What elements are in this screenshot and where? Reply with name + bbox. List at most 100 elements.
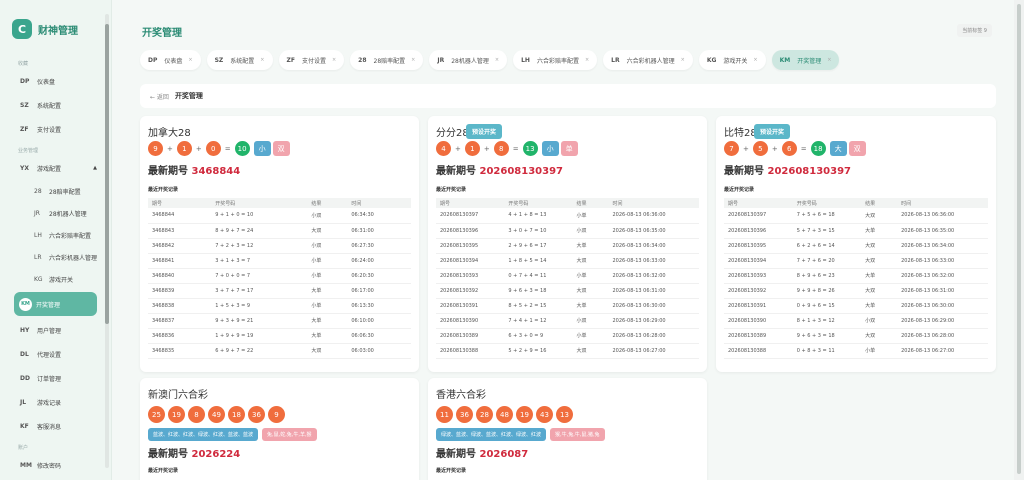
table-header-row: 期号 开奖号码 结果 时间 — [724, 198, 988, 208]
operator: + — [195, 144, 202, 153]
table-cell: 3468838 — [148, 298, 212, 314]
table-row: 202608130388 5 + 2 + 9 = 16 大双 2026-08-13 0… — [436, 343, 699, 359]
sidebar-item-game-config[interactable]: YX 游戏配置 ▲ — [0, 156, 111, 180]
table-cell: 大单 — [861, 268, 898, 284]
tab-label: 游戏开关 — [723, 57, 748, 65]
sidebar-item-dd[interactable]: DD 订单管理 — [0, 366, 111, 390]
table-cell: 5 + 2 + 9 = 16 — [504, 343, 573, 359]
tab-label: 六合彩机器人管理 — [626, 57, 675, 65]
tab-jr[interactable]: JR 28机器人管理 × — [429, 50, 508, 70]
sidebar-code: SZ — [20, 101, 29, 109]
sidebar-item-sz[interactable]: SZ 系统配置 — [0, 93, 111, 117]
scrollbar-thumb[interactable] — [1017, 4, 1021, 474]
preset-draw-button[interactable]: 预设开奖 — [754, 124, 791, 139]
close-icon[interactable]: × — [827, 57, 831, 63]
tab-lr[interactable]: LR 六合彩机器人管理 × — [603, 50, 693, 70]
sidebar-item-dl[interactable]: DL 代理设置 — [0, 342, 111, 366]
table-cell: 202608130393 — [436, 268, 505, 284]
number-ball: 9 — [268, 406, 285, 423]
table-cell: 2026-08-13 06:32:00 — [608, 268, 699, 284]
number-ball: 4 — [436, 141, 451, 156]
marksix-card: 香港六合彩 11 36 28 48 19 43 13 绿波、蓝波、绿波、蓝波、红波、绿波、红波猴… — [428, 378, 707, 480]
tab-zf[interactable]: ZF 支付设置 × — [278, 50, 345, 70]
sidebar-item-jr[interactable]: JR 28机器人管理 — [0, 202, 111, 224]
table-cell: 大双 — [861, 253, 898, 269]
tab-lh[interactable]: LH 六合彩赔率配置 × — [513, 50, 598, 70]
sidebar-item-lh[interactable]: LH 六合彩赔率配置 — [0, 224, 111, 246]
sidebar-label: 六合彩赔率配置 — [49, 232, 92, 240]
sidebar-label: 系统配置 — [37, 102, 62, 110]
table-cell: 3468844 — [148, 208, 212, 224]
table-cell: 1 + 8 + 5 = 14 — [504, 253, 573, 269]
close-icon[interactable]: × — [188, 57, 192, 63]
sidebar-item-kf[interactable]: KF 客服消息 — [0, 414, 111, 438]
sidebar-item-28[interactable]: 28 28赔率配置 — [0, 180, 111, 202]
draw-balls: 11 36 28 48 19 43 13 — [436, 406, 573, 423]
table-cell: 1 + 9 + 9 = 19 — [211, 328, 308, 344]
table-cell: 2026-08-13 06:36:00 — [608, 208, 699, 224]
close-icon[interactable]: × — [585, 57, 589, 63]
sidebar-item-lr[interactable]: LR 六合彩机器人管理 — [0, 246, 111, 268]
back-link[interactable]: ← 返回 — [150, 92, 169, 101]
close-icon[interactable]: × — [681, 57, 685, 63]
sidebar-code: KG — [34, 275, 43, 283]
records-table: 期号 开奖号码 结果 时间 202608130397 7 + 5 + 6 = 18 大双 20… — [724, 198, 988, 359]
sidebar-item-mm[interactable]: MM 修改密码 — [0, 453, 111, 477]
sidebar-label: 开奖管理 — [36, 301, 61, 309]
account-list: MM 修改密码 — [0, 453, 111, 477]
table-cell: 202608130396 — [724, 223, 793, 239]
sidebar: C 财神管理 收藏 DP 仪表盘 SZ 系统配置 ZF 支付设置 业务管理 YX 游戏配置… — [0, 0, 112, 480]
close-icon[interactable]: × — [332, 57, 336, 63]
table-row: 202608130391 0 + 9 + 6 = 15 大单 2026-08-13 0… — [724, 298, 988, 314]
close-icon[interactable]: × — [753, 57, 757, 63]
table-cell: 7 + 0 + 0 = 7 — [211, 268, 308, 284]
table-row: 202608130392 9 + 9 + 8 = 26 大双 2026-08-13 0… — [724, 283, 988, 299]
table-cell: 202608130390 — [436, 313, 505, 329]
sidebar-item-jl[interactable]: JL 游戏记录 — [0, 390, 111, 414]
sidebar-item-dp[interactable]: DP 仪表盘 — [0, 69, 111, 93]
tab-28[interactable]: 28 28赔率配置 × — [350, 50, 424, 70]
brand[interactable]: C 财神管理 — [12, 18, 103, 40]
operator: + — [743, 144, 749, 153]
main: 开奖管理 当前标签 9 DP 仪表盘 × SZ 系统配置 × ZF 支付设置 × 28 28赔率配置… — [124, 0, 1014, 480]
table-cell: 小单 — [572, 268, 609, 284]
tab-km[interactable]: KM 开奖管理 × — [771, 50, 840, 70]
table-cell: 8 + 9 + 7 = 24 — [211, 223, 308, 239]
table-cell: 9 + 6 + 3 = 18 — [504, 283, 573, 299]
table-row: 3468843 8 + 9 + 7 = 24 大双 06:31:00 — [148, 223, 411, 239]
number-ball: 1 — [176, 141, 192, 156]
number-ball: 0 — [205, 141, 221, 156]
operator: + — [167, 144, 173, 153]
logo-icon: C — [12, 19, 32, 39]
table-cell: 202608130396 — [436, 223, 505, 239]
sidebar-item-zf[interactable]: ZF 支付设置 — [0, 117, 111, 141]
table-cell: 大双 — [307, 223, 348, 239]
sidebar-item-hy[interactable]: HY 用户管理 — [0, 318, 111, 342]
sidebar-item-draw-management[interactable]: KM 开奖管理 — [14, 292, 97, 316]
latest-issue-number: 202608130397 — [479, 166, 563, 177]
operator: + — [771, 144, 778, 153]
preset-draw-button[interactable]: 预设开奖 — [466, 124, 503, 139]
close-icon[interactable]: × — [260, 57, 264, 63]
marksix-card: 新澳门六合彩 25 19 8 49 18 36 9 蓝波、红波、红波、绿波、红波、蓝波、蓝波 兔,… — [140, 378, 419, 480]
number-ball: 19 — [168, 406, 185, 423]
latest-issue-number: 202608130397 — [767, 166, 851, 177]
table-cell: 2026-08-13 06:30:00 — [608, 298, 699, 314]
column-header: 时间 — [897, 198, 988, 208]
lottery-name: 加拿大28 — [148, 128, 191, 139]
sidebar-item-kg[interactable]: KG 游戏开关 — [0, 268, 111, 290]
scrollbar-thumb[interactable] — [105, 24, 109, 324]
tab-count-badge[interactable]: 当前标签 9 — [957, 24, 992, 37]
close-icon[interactable]: × — [411, 57, 415, 63]
close-icon[interactable]: × — [495, 57, 499, 63]
page-scrollbar[interactable] — [1014, 0, 1024, 480]
sidebar-scrollbar[interactable] — [105, 14, 109, 468]
tab-dp[interactable]: DP 仪表盘 × — [140, 50, 201, 70]
number-ball: 25 — [148, 406, 165, 423]
table-cell: 06:24:00 — [347, 253, 411, 269]
table-cell: 大单 — [572, 238, 609, 254]
sidebar-code: LR — [34, 253, 42, 261]
tab-kg[interactable]: KG 游戏开关 × — [698, 50, 766, 70]
table-row: 202608130389 6 + 3 + 0 = 9 小单 2026-08-13 06… — [436, 328, 699, 344]
tab-sz[interactable]: SZ 系统配置 × — [206, 50, 273, 70]
